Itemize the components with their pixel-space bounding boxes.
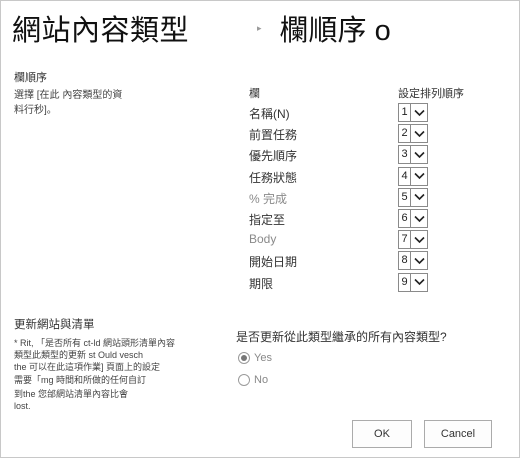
breadcrumb-separator-icon: ▸	[257, 22, 262, 33]
radio-no-circle[interactable]	[238, 374, 250, 386]
radio-no[interactable]: No	[238, 374, 268, 386]
position-value: 5	[401, 190, 408, 203]
description-line: 類型此類型的更新 st Ould vesch	[14, 350, 144, 360]
page-subtitle: 欄順序 o	[279, 15, 391, 47]
page-header: 網站內容類型 ▸ 欄順序 o	[12, 8, 391, 48]
description-line: lost.	[14, 401, 31, 411]
column-name: 優先順序	[249, 149, 298, 164]
position-value: 1	[401, 106, 408, 118]
position-dropdown[interactable]: 4	[398, 166, 428, 186]
position-dropdown[interactable]: 7	[398, 230, 428, 250]
column-order-description: 選擇 [在此 內容類型的資 料行秒]。	[14, 88, 122, 118]
chevron-down-icon[interactable]	[410, 252, 427, 270]
column-row: 開始日期 8	[249, 251, 429, 271]
column-name: 期限	[249, 276, 274, 291]
position-dropdown[interactable]: 8	[398, 251, 428, 271]
column-row: 優先順序 3	[249, 145, 429, 165]
chevron-down-icon[interactable]	[410, 210, 427, 227]
description-line: * Rit, 「是否所有 ct-ld 網站頭形清單內容	[14, 338, 176, 348]
position-dropdown[interactable]: 9	[398, 272, 428, 292]
column-name: 任務狀態	[249, 170, 298, 185]
column-order-heading: 欄順序	[14, 72, 47, 84]
column-name: 指定至	[249, 213, 286, 227]
page-title: 網站內容類型	[12, 15, 190, 47]
chevron-down-icon[interactable]	[410, 167, 427, 185]
update-sites-heading: 更新網站與清單	[14, 319, 95, 331]
column-name: 開始日期	[249, 255, 298, 270]
chevron-down-icon[interactable]	[410, 231, 427, 249]
position-dropdown[interactable]: 3	[398, 145, 428, 165]
column-row: 名稱(N) 1	[249, 103, 429, 122]
column-name: 名稱(N)	[249, 107, 290, 121]
position-value: 2	[401, 127, 408, 140]
update-question: 是否更新從此類型繼承的所有內容類型?	[236, 330, 447, 344]
chevron-down-icon[interactable]	[410, 273, 427, 291]
position-value: 3	[401, 148, 408, 161]
position-dropdown[interactable]: 6	[398, 209, 428, 228]
position-value: 9	[401, 275, 408, 288]
position-dropdown[interactable]: 2	[398, 124, 428, 144]
position-header: 設定排列順序	[398, 88, 464, 100]
column-name: Body	[249, 232, 277, 247]
column-name: % 完成	[249, 191, 288, 206]
description-line: 需要「mg 時間和所做的任何自訂	[14, 375, 147, 385]
column-row: % 完成 5	[249, 187, 429, 207]
chevron-down-icon[interactable]	[410, 125, 427, 143]
column-row: 指定至 6	[249, 209, 429, 228]
chevron-down-icon[interactable]	[410, 146, 427, 164]
radio-no-label: No	[254, 374, 269, 386]
description-line: 選擇 [在此 內容類型的資	[14, 90, 123, 101]
column-row: 期限 9	[249, 272, 429, 292]
position-value: 4	[401, 169, 408, 182]
cancel-button[interactable]: Cancel	[424, 420, 492, 448]
column-name-header: 欄	[249, 88, 260, 100]
position-dropdown[interactable]: 5	[398, 187, 428, 207]
column-row: 任務狀態 4	[249, 166, 429, 186]
position-value: 7	[401, 233, 408, 246]
position-dropdown[interactable]: 1	[398, 103, 428, 122]
position-value: 8	[401, 254, 408, 267]
position-value: 6	[401, 212, 408, 224]
radio-selected-dot	[241, 355, 247, 361]
radio-yes-circle[interactable]	[238, 352, 250, 364]
radio-yes[interactable]: Yes	[238, 352, 272, 364]
radio-yes-label: Yes	[254, 352, 272, 364]
ok-button[interactable]: OK	[352, 420, 412, 448]
chevron-down-icon[interactable]	[410, 104, 427, 121]
description-line: the 可以在此這項作業] 頁面上的設定	[14, 362, 161, 372]
column-row: 前置任務 2	[249, 124, 429, 144]
column-name: 前置任務	[249, 128, 298, 143]
column-row: Body 7	[249, 230, 429, 250]
description-line: 到the 您邰網站清單內容比會	[14, 389, 129, 399]
chevron-down-icon[interactable]	[410, 188, 427, 206]
description-line: 料行秒]。	[14, 105, 57, 116]
